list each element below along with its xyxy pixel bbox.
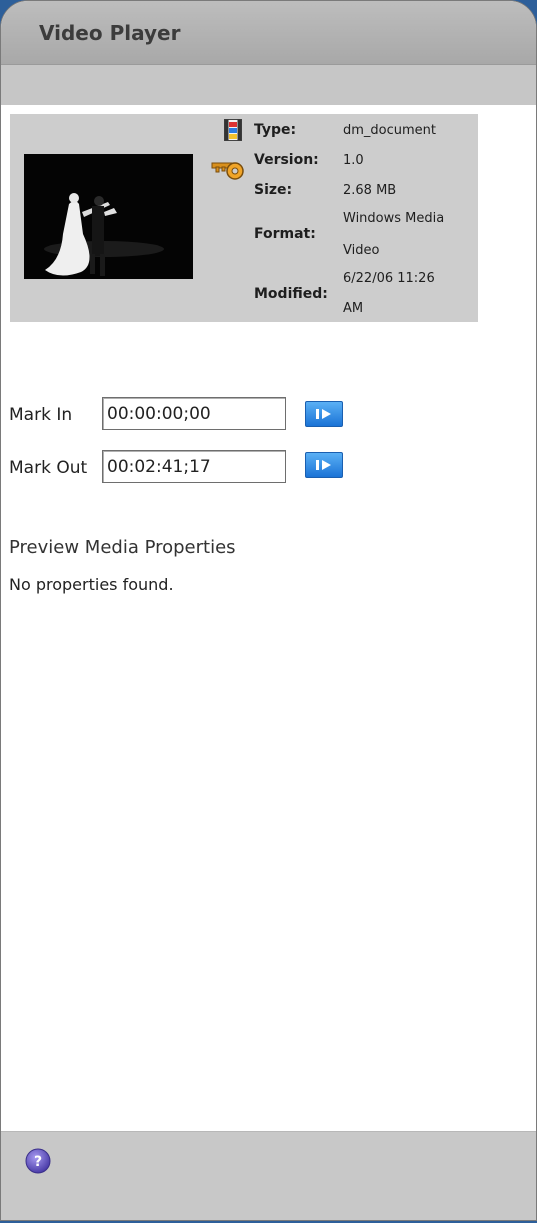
mark-out-field[interactable] <box>102 450 286 483</box>
mark-out-play-button[interactable] <box>305 452 343 478</box>
version-value: 1.0 <box>343 153 364 168</box>
key-icon <box>211 162 244 180</box>
mark-out-label: Mark Out <box>9 458 88 478</box>
toolbar-strip <box>1 65 536 105</box>
modified-value-line2: AM <box>343 301 364 316</box>
title-bar: Video Player <box>1 1 536 65</box>
size-label: Size: <box>254 182 293 198</box>
help-icon[interactable]: ? <box>25 1148 51 1174</box>
document-film-icon <box>224 119 242 141</box>
format-value-line2: Video <box>343 243 380 258</box>
version-label: Version: <box>254 152 319 168</box>
type-label: Type: <box>254 122 297 138</box>
video-thumbnail[interactable] <box>24 154 193 279</box>
modified-value-line1: 6/22/06 11:26 <box>343 271 435 286</box>
mark-in-field[interactable] <box>102 397 286 430</box>
svg-text:?: ? <box>34 1154 42 1170</box>
mark-in-label: Mark In <box>9 405 73 425</box>
size-value: 2.68 MB <box>343 183 397 198</box>
play-icon <box>316 460 331 470</box>
type-value: dm_document <box>343 123 437 138</box>
footer-bar: ? <box>1 1131 536 1220</box>
preview-media-properties-title: Preview Media Properties <box>9 537 236 558</box>
format-label: Format: <box>254 226 316 242</box>
format-value-line1: Windows Media <box>343 211 445 226</box>
video-player-window: Video Player Type: dm_document Version: … <box>0 0 537 1221</box>
window-title: Video Player <box>39 21 181 45</box>
no-properties-text: No properties found. <box>9 575 174 594</box>
modified-label: Modified: <box>254 286 328 302</box>
mark-in-play-button[interactable] <box>305 401 343 427</box>
document-info-panel: Type: dm_document Version: 1.0 Size: 2.6… <box>10 114 478 322</box>
play-icon <box>316 409 331 419</box>
